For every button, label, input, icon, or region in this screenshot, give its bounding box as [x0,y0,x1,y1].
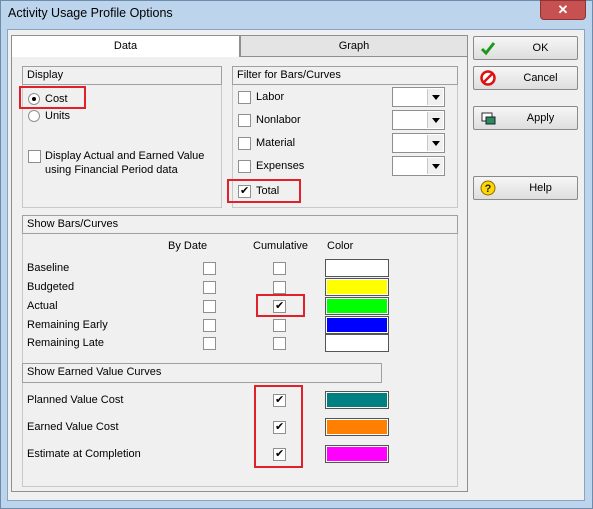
remaining-late-cumulative-checkbox[interactable] [273,337,286,350]
cost-radio-label: Cost [45,93,68,105]
remaining-early-cumulative-checkbox[interactable] [273,319,286,332]
labor-checkbox[interactable] [238,91,251,104]
cancel-icon [480,70,496,86]
actual-label: Actual [27,300,58,312]
earned-value-cost-label: Earned Value Cost [27,421,119,433]
cancel-button[interactable]: Cancel [473,66,578,90]
close-button[interactable]: ✕ [540,0,586,20]
remaining-early-color-swatch[interactable] [325,316,389,334]
chevron-down-icon[interactable] [427,135,443,151]
planned-value-cost-checkbox[interactable] [273,393,286,407]
financial-period-checkbox[interactable] [28,150,41,163]
baseline-bydate-checkbox[interactable] [203,262,216,275]
chevron-down-icon[interactable] [427,112,443,128]
material-combo[interactable] [392,133,445,153]
baseline-cumulative-checkbox[interactable] [273,262,286,275]
baseline-color-swatch[interactable] [325,259,389,277]
tab-data[interactable]: Data [11,35,240,58]
actual-cumulative-checkbox[interactable] [273,299,286,313]
nonlabor-combo[interactable] [392,110,445,130]
bars-curves-group [22,215,458,487]
apply-icon [481,112,496,125]
estimate-at-completion-label: Estimate at Completion [27,448,141,460]
estimate-at-completion-color-swatch[interactable] [325,445,389,463]
remaining-early-label: Remaining Early [27,319,108,331]
material-checkbox[interactable] [238,137,251,150]
budgeted-bydate-checkbox[interactable] [203,281,216,294]
baseline-label: Baseline [27,262,70,274]
column-header-cumulative: Cumulative [253,240,309,252]
financial-period-label-line1: Display Actual and Earned Value [45,150,205,162]
expenses-label: Expenses [256,160,305,172]
help-button-label: Help [529,182,552,194]
nonlabor-checkbox[interactable] [238,114,251,127]
ok-button-label: OK [532,42,549,54]
cancel-button-label: Cancel [523,72,558,84]
checkmark-icon [480,42,496,56]
remaining-late-label: Remaining Late [27,337,105,349]
ok-button[interactable]: OK [473,36,578,60]
financial-period-label-line2: using Financial Period data [45,164,178,176]
budgeted-color-swatch[interactable] [325,278,389,296]
expenses-combo[interactable] [392,156,445,176]
actual-color-swatch[interactable] [325,297,389,315]
units-radio-label: Units [45,110,71,122]
display-header: Display [22,66,222,85]
bars-curves-header: Show Bars/Curves [22,215,458,234]
tab-graph[interactable]: Graph [240,35,468,57]
filter-header: Filter for Bars/Curves [232,66,458,85]
earned-value-header: Show Earned Value Curves [22,363,382,383]
estimate-at-completion-checkbox[interactable] [273,447,286,461]
column-header-color: Color [327,240,354,252]
budgeted-cumulative-checkbox[interactable] [273,281,286,294]
expenses-checkbox[interactable] [238,160,251,173]
budgeted-label: Budgeted [27,281,75,293]
labor-label: Labor [256,91,285,103]
chevron-down-icon[interactable] [427,158,443,174]
apply-button-label: Apply [526,112,555,124]
help-button[interactable]: ? Help [473,176,578,200]
earned-value-cost-color-swatch[interactable] [325,418,389,436]
chevron-down-icon[interactable] [427,89,443,105]
window-title: Activity Usage Profile Options [8,6,173,20]
nonlabor-label: Nonlabor [256,114,301,126]
planned-value-cost-color-swatch[interactable] [325,391,389,409]
units-radio[interactable] [28,110,40,122]
cost-radio[interactable] [28,93,40,105]
svg-text:?: ? [485,183,492,195]
labor-combo[interactable] [392,87,445,107]
actual-bydate-checkbox[interactable] [203,300,216,313]
remaining-early-bydate-checkbox[interactable] [203,319,216,332]
remaining-late-color-swatch[interactable] [325,334,389,352]
remaining-late-bydate-checkbox[interactable] [203,337,216,350]
column-header-by-date: By Date [168,240,208,252]
total-label: Total [256,185,280,197]
help-icon: ? [480,180,496,196]
earned-value-cost-checkbox[interactable] [273,420,286,434]
material-label: Material [256,137,296,149]
planned-value-cost-label: Planned Value Cost [27,394,124,406]
total-checkbox[interactable] [238,184,251,198]
apply-button[interactable]: Apply [473,106,578,130]
